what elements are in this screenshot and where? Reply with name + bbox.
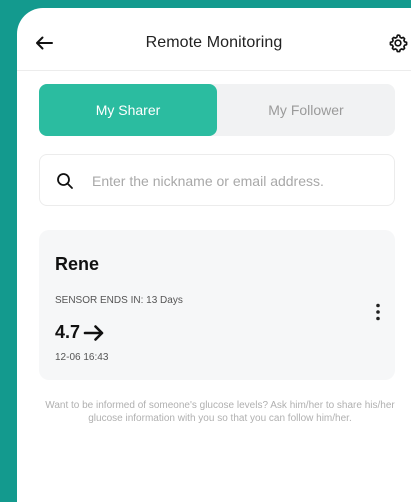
app-screen: Remote Monitoring My Sharer My Follower … <box>17 8 411 502</box>
search-box <box>39 154 395 206</box>
reading-timestamp: 12-06 16:43 <box>55 352 109 363</box>
search-input[interactable] <box>90 165 384 197</box>
more-vertical-icon <box>376 303 380 321</box>
tab-my-follower[interactable]: My Follower <box>217 84 395 136</box>
sharer-name: Rene <box>55 254 100 274</box>
settings-button[interactable] <box>385 30 411 56</box>
page-title: Remote Monitoring <box>145 34 283 51</box>
arrow-right-icon <box>83 324 105 341</box>
glucose-value: 4.7 <box>55 322 81 342</box>
tab-my-sharer[interactable]: My Sharer <box>39 84 217 136</box>
gear-icon <box>389 34 408 53</box>
sensor-status: SENSOR ENDS IN: 13 Days <box>55 295 183 306</box>
search-icon <box>57 173 73 189</box>
sharer-card[interactable]: Rene SENSOR ENDS IN: 13 Days 4.7 12-06 1… <box>39 230 395 380</box>
more-options-button[interactable] <box>367 298 389 326</box>
tab-switcher: My Sharer My Follower <box>39 84 395 136</box>
glucose-reading: 4.7 <box>55 322 105 343</box>
header-bar: Remote Monitoring <box>17 8 411 71</box>
info-text: Want to be informed of someone's glucose… <box>45 400 395 424</box>
